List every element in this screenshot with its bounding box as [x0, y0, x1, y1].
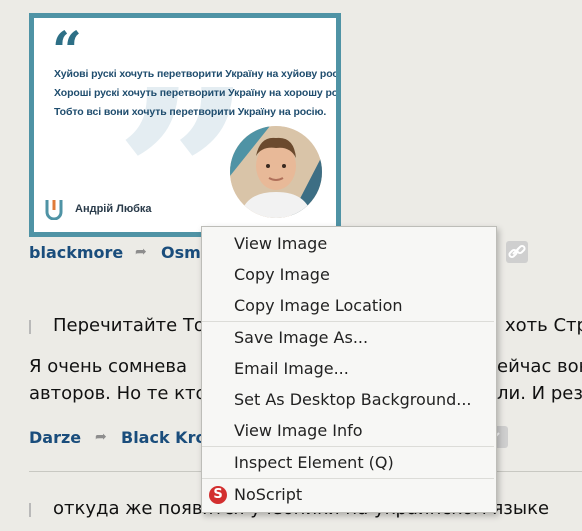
- post-text-line: хоть Стру: [505, 315, 582, 336]
- user-link-blackmore[interactable]: blackmore: [29, 243, 123, 262]
- permalink-icon[interactable]: [506, 241, 528, 263]
- quote-text: Хуйові рускі хочуть перетворити Україну …: [54, 65, 341, 122]
- context-menu: View Image Copy Image Copy Image Locatio…: [201, 226, 497, 513]
- menu-item-copy-image-location[interactable]: Copy Image Location: [202, 290, 496, 321]
- menu-item-email-image[interactable]: Email Image...: [202, 353, 496, 384]
- quote-image[interactable]: ” “ Хуйові рускі хочуть перетворити Укра…: [29, 13, 341, 237]
- menu-item-save-image-as[interactable]: Save Image As...: [202, 322, 496, 353]
- quote-bar: [29, 320, 31, 334]
- menu-item-view-image[interactable]: View Image: [202, 228, 496, 259]
- menu-item-set-desktop-background[interactable]: Set As Desktop Background...: [202, 384, 496, 415]
- user-link-reposter[interactable]: Black Kro: [121, 428, 206, 447]
- user-link-darze[interactable]: Darze: [29, 428, 81, 447]
- post-text-line: Перечитайте То: [53, 315, 205, 336]
- noscript-icon: S: [209, 486, 227, 504]
- menu-item-inspect-element[interactable]: Inspect Element (Q): [202, 447, 496, 478]
- quote-line: Хуйові рускі хочуть перетворити Україну …: [54, 68, 341, 80]
- repost-arrow-icon: ➦: [135, 244, 147, 260]
- u-logo-icon: [45, 200, 63, 220]
- author-portrait: [230, 126, 322, 218]
- author-name: Андрій Любка: [75, 203, 152, 215]
- menu-item-view-image-info[interactable]: View Image Info: [202, 415, 496, 446]
- menu-item-noscript[interactable]: S NoScript: [202, 479, 496, 510]
- quote-line: Хороші рускі хочуть перетворити Україну …: [54, 87, 341, 99]
- post-text-line: ейчас вон: [497, 356, 582, 377]
- quote-bar: [29, 503, 31, 517]
- user-link-reposter[interactable]: Osm: [161, 243, 201, 262]
- menu-item-copy-image[interactable]: Copy Image: [202, 259, 496, 290]
- post-text-line: ли. И резу: [497, 383, 582, 404]
- menu-item-label: NoScript: [234, 485, 303, 504]
- repost-arrow-icon: ➦: [95, 429, 107, 445]
- post-text-line: Я очень сомнева: [29, 356, 188, 377]
- post-text-line: авторов. Но те кто: [29, 383, 207, 404]
- quote-line: Тобто всі вони хочуть перетворити Україн…: [54, 106, 327, 118]
